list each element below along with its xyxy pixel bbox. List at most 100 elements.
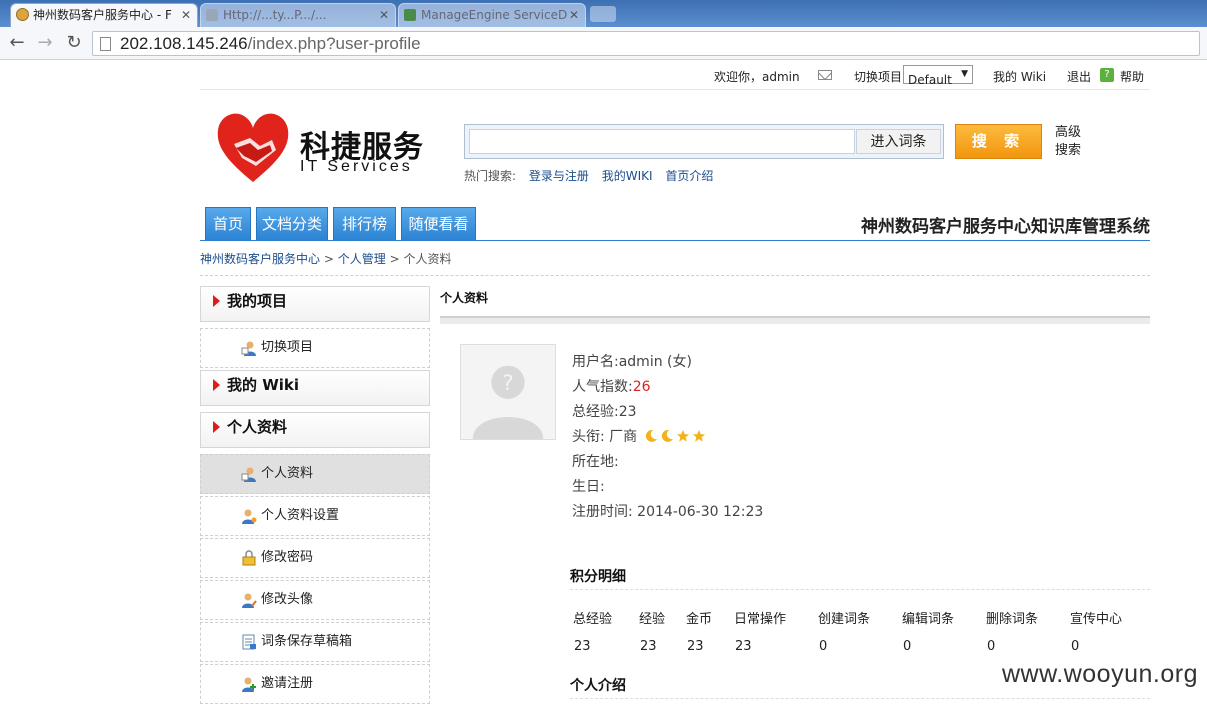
points-header: 宣传中心 bbox=[1070, 612, 1123, 627]
close-tab-icon[interactable]: ✕ bbox=[569, 4, 579, 26]
page-icon bbox=[206, 9, 218, 21]
points-value: 0 bbox=[819, 639, 828, 654]
sidebar-head-my-wiki[interactable]: 我的 Wiki bbox=[200, 370, 430, 406]
hot-link-home-intro[interactable]: 首页介绍 bbox=[665, 169, 713, 183]
tab-title: 神州数码客户服务中心 - F bbox=[33, 8, 172, 22]
divider bbox=[570, 698, 1150, 699]
profile-username: 用户名:admin (女) bbox=[572, 354, 692, 370]
tab-title: Http://...ty...P.../... bbox=[223, 8, 327, 22]
nav-tab-categories[interactable]: 文档分类 bbox=[256, 207, 328, 240]
star-icon bbox=[676, 430, 689, 442]
breadcrumb: 神州数码客户服务中心 > 个人管理 > 个人资料 bbox=[200, 250, 451, 267]
sidebar-item-profile-settings[interactable]: 个人资料设置 bbox=[200, 496, 430, 536]
points-header: 金币 bbox=[686, 612, 713, 627]
svg-text:?: ? bbox=[502, 371, 513, 396]
points-title: 积分明细 bbox=[570, 569, 626, 585]
sidebar-item-switch-project[interactable]: 切换项目 bbox=[200, 328, 430, 368]
sidebar-head-my-projects[interactable]: 我的项目 bbox=[200, 286, 430, 322]
main-nav: 首页 文档分类 排行榜 随便看看 神州数码客户服务中心知识库管理系统 bbox=[200, 207, 1150, 241]
moon-icon bbox=[661, 429, 673, 442]
nav-tab-rankings[interactable]: 排行榜 bbox=[333, 207, 396, 240]
project-select[interactable]: Default ▼ bbox=[903, 65, 973, 87]
profile-popularity: 人气指数:26 bbox=[572, 379, 651, 395]
mail-icon[interactable] bbox=[818, 70, 832, 80]
moon-icon bbox=[645, 429, 657, 442]
project-select-value: Default bbox=[908, 73, 952, 87]
help-link[interactable]: 帮助 bbox=[1120, 68, 1144, 85]
star-icon bbox=[692, 430, 705, 442]
breadcrumb-current: 个人资料 bbox=[403, 252, 452, 266]
page-icon bbox=[100, 37, 111, 51]
nav-tab-random[interactable]: 随便看看 bbox=[401, 207, 476, 240]
divider bbox=[570, 589, 1150, 590]
watermark: www.wooyun.org bbox=[1002, 660, 1198, 688]
user-icon bbox=[241, 341, 256, 356]
red-arrow-icon bbox=[213, 379, 220, 391]
reload-icon[interactable]: ↻ bbox=[63, 32, 85, 54]
profile-registered: 注册时间: 2014-06-30 12:23 bbox=[572, 504, 764, 520]
points-value: 23 bbox=[687, 639, 704, 654]
invite-user-icon bbox=[242, 677, 256, 692]
points-value: 0 bbox=[1071, 639, 1080, 654]
url-text[interactable]: 202.108.145.246/index.php?user-profile bbox=[120, 34, 421, 54]
breadcrumb-home[interactable]: 神州数码客户服务中心 bbox=[200, 252, 320, 266]
my-wiki-link[interactable]: 我的 Wiki bbox=[993, 68, 1046, 85]
site-favicon-icon bbox=[16, 8, 29, 21]
user-icon bbox=[241, 467, 256, 482]
tab-title: ManageEngine ServiceD bbox=[421, 8, 568, 22]
help-icon[interactable]: ? bbox=[1100, 68, 1114, 82]
system-title: 神州数码客户服务中心知识库管理系统 bbox=[861, 217, 1150, 237]
red-arrow-icon bbox=[213, 295, 220, 307]
popularity-value: 26 bbox=[632, 379, 651, 395]
breadcrumb-sep: > bbox=[389, 252, 400, 266]
logout-link[interactable]: 退出 bbox=[1067, 68, 1091, 85]
browser-toolbar: ← → ↻ 202.108.145.246/index.php?user-pro… bbox=[0, 27, 1207, 60]
sidebar-head-personal[interactable]: 个人资料 bbox=[200, 412, 430, 448]
avatar-edit-icon bbox=[242, 593, 257, 608]
address-bar[interactable]: 202.108.145.246/index.php?user-profile bbox=[92, 31, 1200, 56]
points-value: 23 bbox=[640, 639, 657, 654]
points-header: 删除词条 bbox=[986, 612, 1039, 627]
red-arrow-icon bbox=[213, 421, 220, 433]
switch-project-label: 切换项目 bbox=[854, 70, 903, 84]
points-value: 23 bbox=[574, 639, 591, 654]
browser-tab[interactable]: Http://...ty...P.../... ✕ bbox=[200, 3, 396, 27]
close-tab-icon[interactable]: ✕ bbox=[181, 4, 191, 26]
forward-arrow-icon[interactable]: → bbox=[34, 32, 56, 54]
hot-search-label: 热门搜索: bbox=[464, 169, 517, 183]
sidebar-item-drafts[interactable]: 词条保存草稿箱 bbox=[200, 622, 430, 662]
profile-location: 所在地: bbox=[572, 454, 619, 470]
hot-link-login[interactable]: 登录与注册 bbox=[529, 169, 589, 183]
welcome-text: 欢迎你，admin bbox=[714, 70, 800, 84]
lock-icon bbox=[242, 550, 256, 566]
browser-tab-active[interactable]: 神州数码客户服务中心 - F ✕ bbox=[10, 3, 198, 27]
breadcrumb-personal-management[interactable]: 个人管理 bbox=[338, 252, 386, 266]
search-button[interactable]: 搜 索 bbox=[955, 124, 1042, 159]
browser-tab-bar: 神州数码客户服务中心 - F ✕ Http://...ty...P.../...… bbox=[0, 0, 1207, 27]
nav-tab-home[interactable]: 首页 bbox=[205, 207, 251, 240]
points-value: 0 bbox=[903, 639, 912, 654]
close-tab-icon[interactable]: ✕ bbox=[379, 4, 389, 26]
sidebar-item-change-avatar[interactable]: 修改头像 bbox=[200, 580, 430, 620]
enter-entry-button[interactable]: 进入词条 bbox=[856, 129, 941, 154]
browser-tab[interactable]: ManageEngine ServiceD ✕ bbox=[398, 3, 586, 27]
points-header: 编辑词条 bbox=[902, 612, 955, 627]
breadcrumb-sep: > bbox=[323, 252, 334, 266]
new-tab-button[interactable] bbox=[590, 6, 616, 22]
default-avatar-icon: ? bbox=[461, 345, 555, 439]
sidebar-item-profile[interactable]: 个人资料 bbox=[200, 454, 430, 494]
user-top-bar: 欢迎你，admin 切换项目 Default ▼ 我的 Wiki 退出 ? 帮助 bbox=[200, 62, 1150, 90]
hot-link-my-wiki[interactable]: 我的WIKI bbox=[602, 169, 653, 183]
advanced-search-link[interactable]: 高级搜索 bbox=[1055, 124, 1085, 160]
sidebar-item-invite[interactable]: 邀请注册 bbox=[200, 664, 430, 704]
back-arrow-icon[interactable]: ← bbox=[6, 32, 28, 54]
hot-searches: 热门搜索: 登录与注册 我的WIKI 首页介绍 bbox=[464, 167, 713, 184]
section-divider bbox=[440, 316, 1150, 324]
heart-handshake-logo-icon bbox=[217, 113, 289, 182]
sidebar-item-change-password[interactable]: 修改密码 bbox=[200, 538, 430, 578]
site-logo[interactable]: 科捷服务 IT Services bbox=[216, 108, 428, 186]
search-input[interactable] bbox=[469, 129, 855, 154]
profile-section-title: 个人资料 bbox=[440, 291, 489, 305]
user-settings-icon bbox=[242, 509, 257, 524]
intro-title: 个人介绍 bbox=[570, 678, 626, 694]
